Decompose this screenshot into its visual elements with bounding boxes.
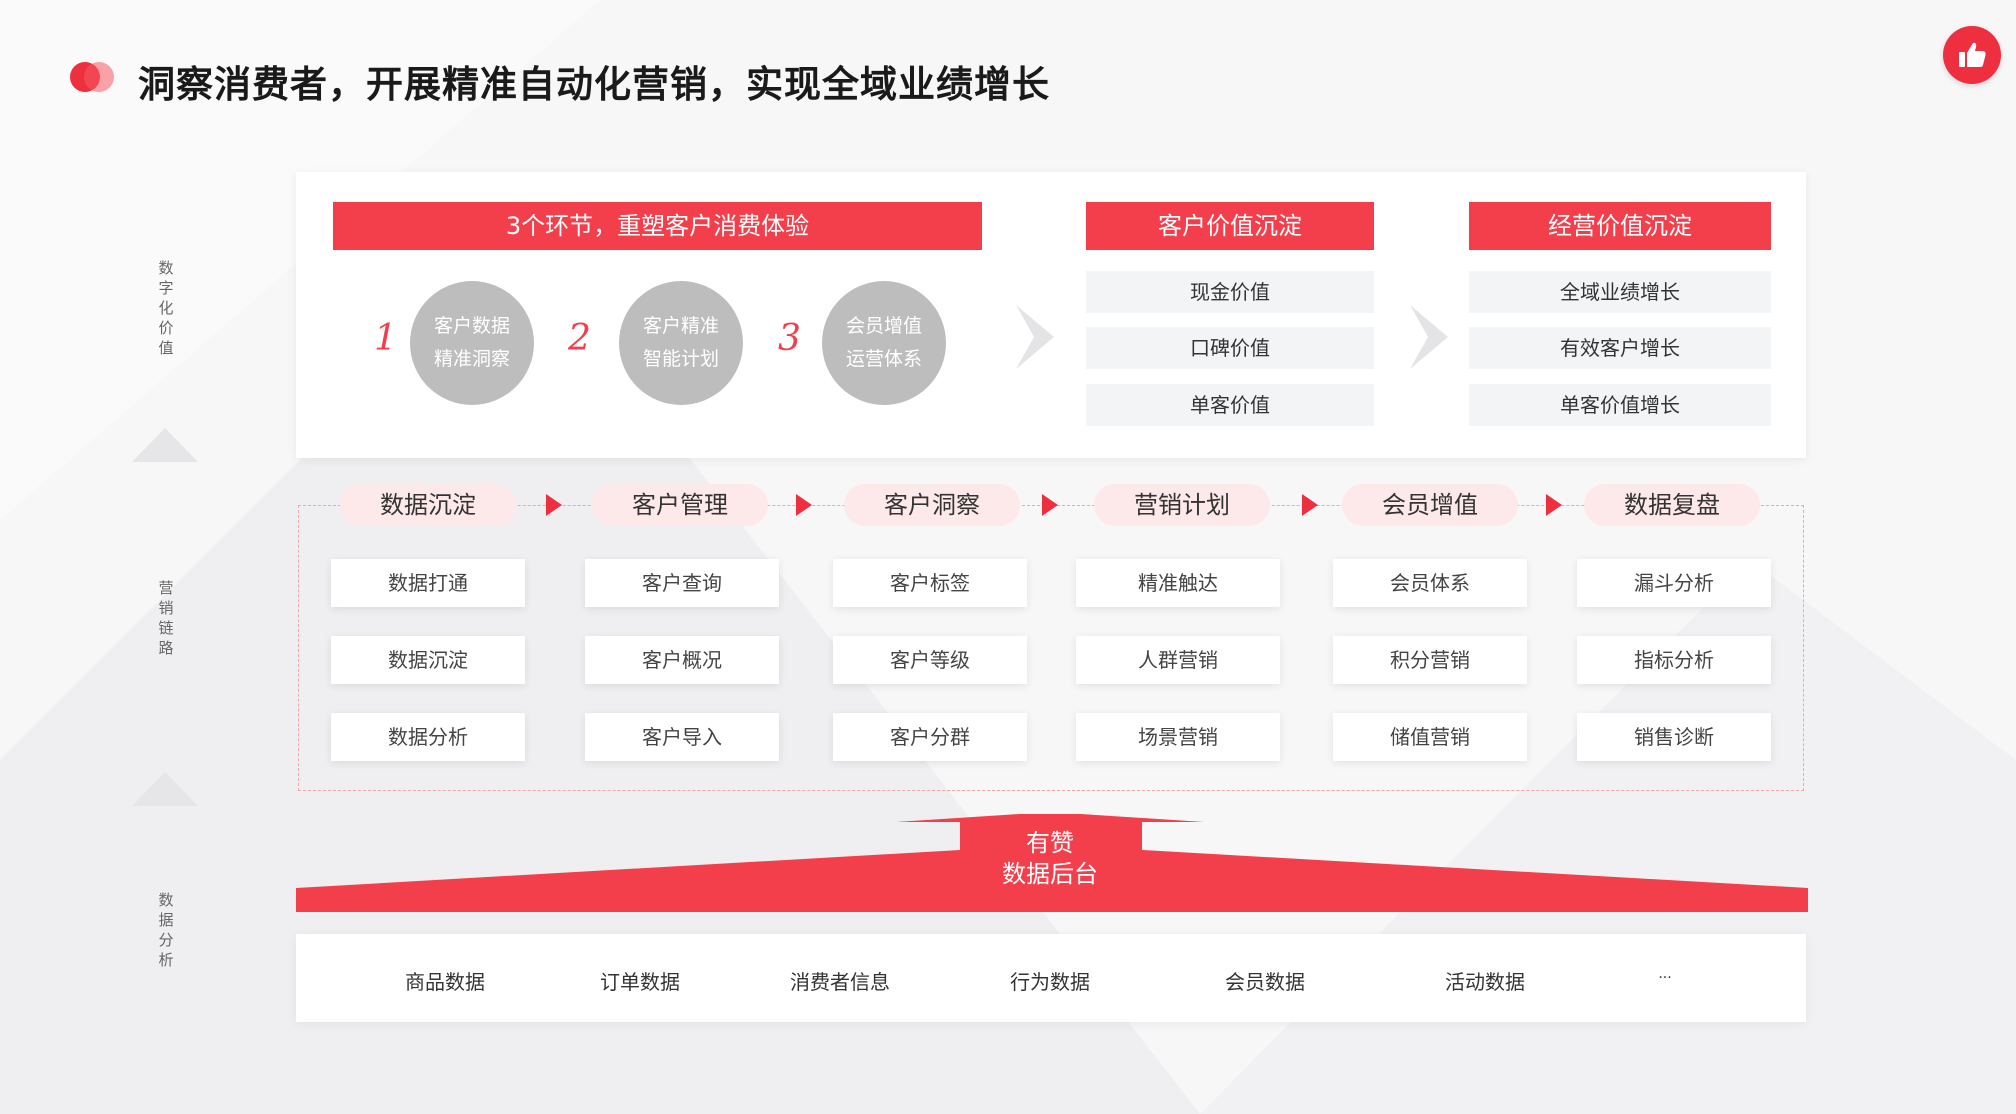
chain-item: 指标分析: [1577, 636, 1771, 684]
customer-value-item: 现金价值: [1086, 271, 1374, 313]
steps-header: 3个环节，重塑客户消费体验: [333, 202, 982, 250]
chain-stage: 营销计划: [1094, 484, 1270, 526]
chain-item: 储值营销: [1333, 713, 1527, 761]
business-value-item: 全域业绩增长: [1469, 271, 1771, 313]
triangle-up-icon: [132, 772, 198, 806]
data-source-item: 行为数据: [1010, 970, 1090, 994]
business-value-item: 有效客户增长: [1469, 327, 1771, 369]
thumbs-up-icon[interactable]: [1943, 26, 2001, 84]
chain-item: 会员体系: [1333, 559, 1527, 607]
business-value-header: 经营价值沉淀: [1469, 202, 1771, 250]
step-circle: 会员增值 运营体系: [822, 281, 946, 405]
customer-value-header: 客户价值沉淀: [1086, 202, 1374, 250]
business-value-item: 单客价值增长: [1469, 384, 1771, 426]
data-source-item: 消费者信息: [790, 970, 890, 994]
side-label-marketing-chain: 营销链路: [158, 579, 174, 657]
chain-stage: 客户洞察: [844, 484, 1020, 526]
data-source-item: 商品数据: [405, 970, 485, 994]
data-source-item: 订单数据: [600, 970, 680, 994]
chain-item: 积分营销: [1333, 636, 1527, 684]
chain-item: 客户查询: [585, 559, 779, 607]
chain-item: 漏斗分析: [1577, 559, 1771, 607]
triangle-up-icon: [132, 428, 198, 462]
arrow-right-icon: [546, 494, 562, 516]
chain-stage: 客户管理: [592, 484, 768, 526]
chain-stage: 数据沉淀: [340, 484, 516, 526]
chain-item: 客户等级: [833, 636, 1027, 684]
chain-item: 人群营销: [1076, 636, 1280, 684]
chain-item: 客户导入: [585, 713, 779, 761]
chain-stage: 会员增值: [1342, 484, 1518, 526]
chain-item: 客户概况: [585, 636, 779, 684]
arrow-right-icon: [1302, 494, 1318, 516]
data-source-item: 会员数据: [1225, 970, 1305, 994]
data-platform-label: 有赞 数据后台: [1002, 829, 1098, 888]
customer-value-item: 口碑价值: [1086, 327, 1374, 369]
chain-item: 数据分析: [331, 713, 525, 761]
customer-value-item: 单客价值: [1086, 384, 1374, 426]
step-number: 1: [374, 318, 397, 359]
arrow-right-icon: [1042, 494, 1058, 516]
chain-item: 客户分群: [833, 713, 1027, 761]
step-number: 2: [568, 318, 591, 359]
chain-item: 客户标签: [833, 559, 1027, 607]
side-label-data-analysis: 数据分析: [158, 891, 174, 969]
chain-item: 场景营销: [1076, 713, 1280, 761]
header-dot-translucent: [84, 62, 114, 92]
chevron-right-icon: [1016, 305, 1054, 369]
step-number: 3: [778, 318, 801, 359]
chevron-right-icon: [1410, 305, 1448, 369]
chain-item: 数据沉淀: [331, 636, 525, 684]
chain-item: 精准触达: [1076, 559, 1280, 607]
data-source-more: ...: [1658, 966, 1672, 982]
page-title: 洞察消费者，开展精准自动化营销，实现全域业绩增长: [138, 63, 1050, 106]
chain-item: 销售诊断: [1577, 713, 1771, 761]
arrow-right-icon: [1546, 494, 1562, 516]
chain-stage: 数据复盘: [1584, 484, 1760, 526]
arrow-right-icon: [796, 494, 812, 516]
chain-item: 数据打通: [331, 559, 525, 607]
side-label-digital-value: 数字化价值: [158, 259, 174, 357]
step-circle: 客户数据 精准洞察: [410, 281, 534, 405]
step-circle: 客户精准 智能计划: [619, 281, 743, 405]
data-source-item: 活动数据: [1445, 970, 1525, 994]
